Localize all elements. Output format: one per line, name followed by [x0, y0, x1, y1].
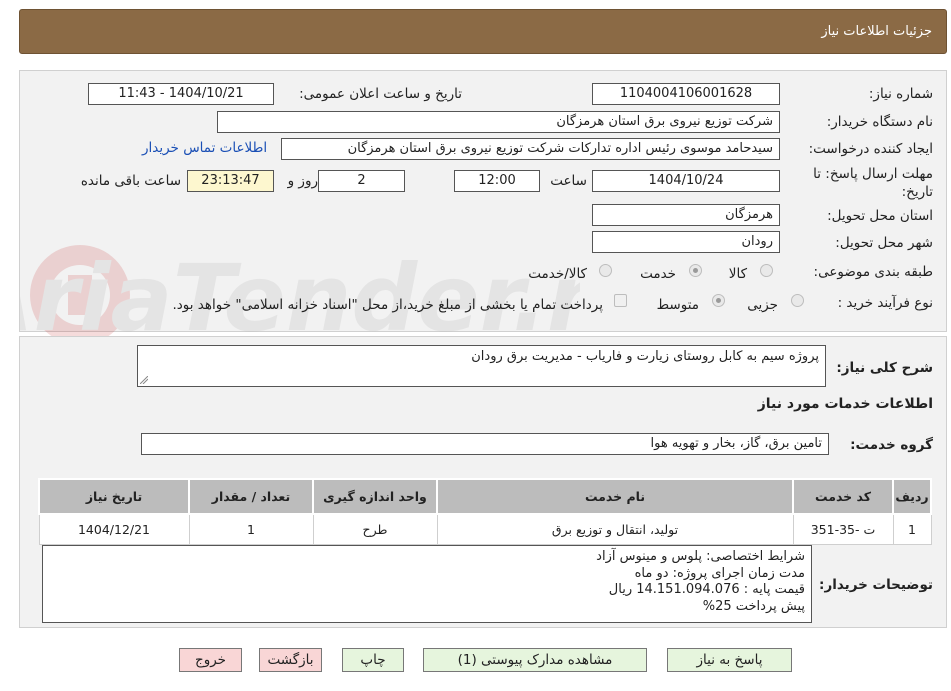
category-radio-service[interactable] — [689, 264, 702, 277]
print-button[interactable]: چاپ — [342, 648, 404, 672]
need-info-panel — [19, 70, 947, 332]
category-option-goods-service: کالا/خدمت — [528, 266, 587, 282]
description-textarea[interactable]: پروژه سیم به کابل روستای زیارت و فاریاب … — [137, 345, 826, 387]
back-button[interactable]: بازگشت — [259, 648, 322, 672]
deadline-label: مهلت ارسال پاسخ: تا — [813, 166, 933, 182]
process-radio-medium[interactable] — [712, 294, 725, 307]
cell-quantity: 1 — [188, 513, 314, 545]
requester-field: سیدحامد موسوی رئیس اداره تدارکات شرکت تو… — [281, 138, 780, 160]
need-number-label: شماره نیاز: — [868, 86, 933, 102]
page-header: جزئیات اطلاعات نیاز — [19, 9, 947, 54]
table-header-row: ردیف کد خدمت نام خدمت واحد اندازه گیری ت… — [38, 478, 932, 515]
deadline-date-field: 1404/10/24 — [592, 170, 780, 192]
requester-label: ایجاد کننده درخواست: — [808, 141, 933, 157]
need-number-field: 1104004106001628 — [592, 83, 780, 105]
service-group-field: تامین برق، گاز، بخار و تهویه هوا — [141, 433, 829, 455]
buyer-notes-line: مدت زمان اجرای پروژه: دو ماه — [634, 565, 805, 581]
cell-service-name: تولید، انتقال و توزیع برق — [436, 513, 794, 545]
col-service-code: کد خدمت — [792, 478, 894, 515]
exit-button[interactable]: خروج — [179, 648, 242, 672]
deadline-time-field: 12:00 — [454, 170, 540, 192]
col-quantity: تعداد / مقدار — [188, 478, 314, 515]
page-title: جزئیات اطلاعات نیاز — [821, 24, 932, 39]
buyer-notes-box[interactable]: شرایط اختصاصی: پلوس و مینوس آزاد مدت زما… — [42, 545, 812, 623]
description-label: شرح کلی نیاز: — [836, 360, 933, 376]
days-label: روز و — [287, 173, 318, 189]
province-label: استان محل تحویل: — [827, 208, 933, 224]
category-radio-goods-service[interactable] — [599, 264, 612, 277]
city-field: رودان — [592, 231, 780, 253]
remaining-time-field: 23:13:47 — [187, 170, 274, 192]
col-unit: واحد اندازه گیری — [312, 478, 438, 515]
buyer-org-label: نام دستگاه خریدار: — [826, 114, 933, 130]
process-option-minor: جزیی — [747, 297, 778, 313]
remaining-time-label: ساعت باقی مانده — [80, 173, 181, 189]
category-option-goods: کالا — [728, 266, 747, 282]
view-attachments-button[interactable]: مشاهده مدارک پیوستی (1) — [423, 648, 647, 672]
process-radio-minor[interactable] — [791, 294, 804, 307]
buyer-notes-label: توضیحات خریدار: — [819, 577, 933, 593]
category-radio-goods[interactable] — [760, 264, 773, 277]
cell-service-code: ت -35-351 — [792, 513, 894, 545]
province-field: هرمزگان — [592, 204, 780, 226]
services-section-title: اطلاعات خدمات مورد نیاز — [757, 396, 933, 412]
category-label: طبقه بندی موضوعی: — [813, 264, 933, 280]
col-service-name: نام خدمت — [436, 478, 794, 515]
buyer-notes-line: پیش پرداخت 25% — [702, 598, 805, 614]
process-option-medium: متوسط — [656, 297, 699, 313]
col-row-number: ردیف — [892, 478, 932, 515]
cell-unit: طرح — [312, 513, 438, 545]
cell-row-number: 1 — [892, 513, 932, 545]
reply-button[interactable]: پاسخ به نیاز — [667, 648, 792, 672]
deadline-date-label: تاریخ: — [901, 184, 933, 200]
treasury-text: پرداخت تمام یا بخشی از مبلغ خرید،از محل … — [172, 297, 603, 313]
table-row: 1 ت -35-351 تولید، انتقال و توزیع برق طر… — [38, 513, 932, 545]
service-group-label: گروه خدمت: — [850, 437, 933, 453]
buyer-notes-line: شرایط اختصاصی: پلوس و مینوس آزاد — [596, 549, 805, 564]
cell-need-date: 1404/12/21 — [38, 513, 190, 545]
days-remaining-field: 2 — [318, 170, 405, 192]
buyer-org-field: شرکت توزیع نیروی برق استان هرمزگان — [217, 111, 780, 133]
process-type-label: نوع فرآیند خرید : — [837, 295, 933, 311]
deadline-time-label: ساعت — [550, 173, 587, 189]
col-need-date: تاریخ نیاز — [38, 478, 190, 515]
announce-date-field: 1404/10/21 - 11:43 — [88, 83, 274, 105]
services-table: ردیف کد خدمت نام خدمت واحد اندازه گیری ت… — [38, 478, 932, 545]
description-text: پروژه سیم به کابل روستای زیارت و فاریاب … — [471, 349, 819, 364]
announce-date-label: تاریخ و ساعت اعلان عمومی: — [299, 86, 462, 102]
resize-handle-icon[interactable] — [140, 376, 148, 384]
treasury-checkbox[interactable] — [614, 294, 627, 307]
city-label: شهر محل تحویل: — [835, 235, 933, 251]
category-option-service: خدمت — [640, 266, 676, 282]
buyer-contact-link[interactable]: اطلاعات تماس خریدار — [142, 140, 267, 156]
buyer-notes-line: قیمت پایه : 14.151.094.076 ریال — [608, 582, 805, 597]
